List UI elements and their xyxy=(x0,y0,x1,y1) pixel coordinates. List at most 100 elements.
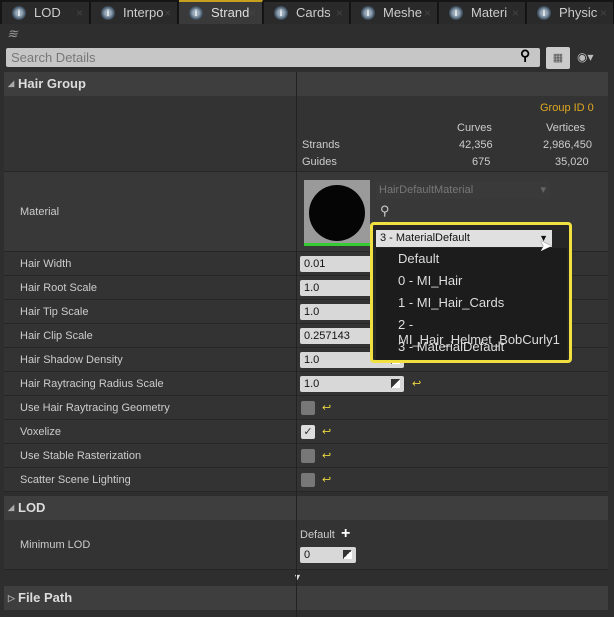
value: 0.01 xyxy=(304,258,326,270)
check-label: Use Stable Rasterization xyxy=(20,450,142,462)
search-icon[interactable]: ⚲ xyxy=(520,47,530,64)
close-icon[interactable]: × xyxy=(336,2,343,24)
value: 0.257143 xyxy=(304,330,350,342)
collapse-arrow-icon: ◢ xyxy=(8,79,15,88)
tab-label: Interpo xyxy=(123,5,164,20)
hair-asset-icon: ≋ xyxy=(7,26,18,41)
view-options-eye-icon[interactable]: ◉▾ xyxy=(577,50,594,64)
material-asset-picker[interactable]: HairDefaultMaterial ▾ xyxy=(376,181,550,199)
expand-arrow-icon: ▷ xyxy=(8,593,15,603)
value: 0 xyxy=(304,549,311,561)
guides-curves: 675 xyxy=(472,156,491,168)
property-matrix-button[interactable]: ▦ xyxy=(546,47,570,69)
reset-to-default-icon[interactable]: ↩ xyxy=(322,401,331,414)
category-hair-group[interactable]: ◢ Hair Group xyxy=(4,72,608,96)
info-icon: i xyxy=(449,6,463,20)
chevron-down-icon: ▾ xyxy=(540,184,546,196)
vertices-header: Vertices xyxy=(546,122,586,134)
reset-to-default-icon[interactable]: ↩ xyxy=(322,473,331,486)
minimum-lod-input[interactable]: 0 xyxy=(300,547,356,563)
minimum-lod-label: Minimum LOD xyxy=(20,539,91,551)
material-label: Material xyxy=(20,206,60,218)
tab-label: Cards xyxy=(296,5,331,20)
slider-handle-icon xyxy=(343,550,352,559)
dropdown-option[interactable]: 0 - MI_Hair xyxy=(398,273,462,288)
tab-label: Physic xyxy=(559,5,598,20)
material-slot-combobox[interactable]: 3 - MaterialDefault ▼ xyxy=(376,230,552,247)
dropdown-option[interactable]: 3 - MaterialDefault xyxy=(398,339,504,354)
column-divider[interactable] xyxy=(296,72,297,617)
category-file-path[interactable]: ▷ File Path xyxy=(4,586,608,610)
selected-value: 3 - MaterialDefault xyxy=(380,232,470,244)
dropdown-option[interactable]: 1 - MI_Hair_Cards xyxy=(398,295,504,310)
lod-default-label: Default xyxy=(300,529,335,541)
dropdown-option[interactable]: Default xyxy=(398,251,439,266)
browse-search-icon[interactable]: ⚲ xyxy=(380,203,390,219)
use-stable-rasterization-checkbox[interactable] xyxy=(301,449,315,463)
guides-label: Guides xyxy=(302,156,337,168)
add-icon[interactable]: + xyxy=(341,525,350,543)
tab-interpolation[interactable]: i Interpo × xyxy=(91,2,178,24)
scatter-scene-lighting-checkbox[interactable] xyxy=(301,473,315,487)
voxelize-checkbox[interactable]: ✓ xyxy=(301,425,315,439)
search-input[interactable]: Search Details xyxy=(6,48,540,67)
tab-materials[interactable]: i Materi × xyxy=(439,2,526,24)
strands-vertices: 2,986,450 xyxy=(543,139,592,151)
tab-cards[interactable]: i Cards × xyxy=(264,2,350,24)
tab-physics[interactable]: i Physic × xyxy=(527,2,614,24)
guides-vertices: 35,020 xyxy=(555,156,589,168)
curves-header: Curves xyxy=(457,122,492,134)
tab-strand[interactable]: i Strand × xyxy=(179,0,263,24)
close-icon[interactable]: × xyxy=(164,2,171,24)
prop-label: Hair Tip Scale xyxy=(20,306,89,318)
tab-label: Materi xyxy=(471,5,508,20)
use-hair-raytracing-geometry-checkbox[interactable] xyxy=(301,401,315,415)
tab-lod[interactable]: i LOD × xyxy=(2,2,90,24)
prop-label: Hair Width xyxy=(20,258,72,270)
info-icon: i xyxy=(274,6,288,20)
category-title: File Path xyxy=(18,590,73,605)
reset-to-default-icon[interactable]: ↩ xyxy=(322,449,331,462)
check-label: Scatter Scene Lighting xyxy=(20,474,131,486)
tab-meshes[interactable]: i Meshe × xyxy=(351,2,438,24)
category-title: LOD xyxy=(18,500,46,515)
collapse-arrow-icon: ◢ xyxy=(8,503,15,512)
close-icon[interactable]: × xyxy=(512,2,519,24)
close-icon[interactable]: × xyxy=(249,2,256,24)
info-icon: i xyxy=(361,6,375,20)
info-icon: i xyxy=(537,6,551,20)
tab-label: Meshe xyxy=(383,5,423,20)
material-asset-name: HairDefaultMaterial xyxy=(379,184,474,196)
value: 1.0 xyxy=(304,282,320,294)
strands-label: Strands xyxy=(302,139,340,151)
slider-handle-icon xyxy=(391,379,400,388)
reset-to-default-icon[interactable]: ↩ xyxy=(412,377,421,390)
prop-label: Hair Raytracing Radius Scale xyxy=(20,378,164,390)
reset-to-default-icon[interactable]: ↩ xyxy=(322,425,331,438)
expand-arrow-icon[interactable]: ▼ xyxy=(293,572,302,582)
info-icon: i xyxy=(189,6,203,20)
close-icon[interactable]: × xyxy=(424,2,431,24)
check-label: Voxelize xyxy=(20,426,61,438)
info-icon: i xyxy=(12,6,26,20)
value: 1.0 xyxy=(304,354,320,366)
prop-label: Hair Clip Scale xyxy=(20,330,93,342)
category-lod[interactable]: ◢ LOD xyxy=(4,496,608,520)
value: 1.0 xyxy=(304,306,320,318)
prop-label: Hair Root Scale xyxy=(20,282,98,294)
dropdown-list: Default 0 - MI_Hair 1 - MI_Hair_Cards 2 … xyxy=(376,248,567,360)
mouse-cursor-icon: ➤ xyxy=(539,238,553,255)
check-label: Use Hair Raytracing Geometry xyxy=(20,402,170,414)
close-icon[interactable]: × xyxy=(76,2,83,24)
tab-bar: i LOD × i Interpo × i Strand × i Cards × i Meshe ×… xyxy=(0,0,614,24)
hair-raytracing-radius-input[interactable]: 1.0 xyxy=(300,376,404,392)
value: 1.0 xyxy=(304,378,320,390)
strands-curves: 42,356 xyxy=(459,139,493,151)
material-thumbnail[interactable] xyxy=(304,180,370,246)
prop-label: Hair Shadow Density xyxy=(20,354,123,366)
group-id: Group ID 0 xyxy=(540,102,594,114)
info-icon: i xyxy=(101,6,115,20)
tab-label: LOD xyxy=(34,5,61,20)
category-title: Hair Group xyxy=(18,76,86,91)
close-icon[interactable]: × xyxy=(600,2,607,24)
